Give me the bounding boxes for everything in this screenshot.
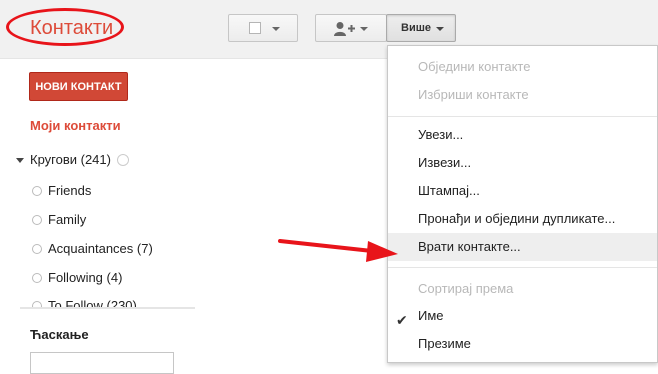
chevron-down-icon [436,27,444,31]
circle-icon [32,215,42,225]
menu-item-delete-contacts[interactable]: Избриши контакте [388,81,657,109]
more-button-label: Више [401,22,431,34]
menu-item-sort-first-name[interactable]: ✔ Име [388,302,657,330]
title-highlight-oval [6,8,124,46]
menu-item-export[interactable]: Извези... [388,149,657,177]
circles-icon[interactable] [117,154,129,166]
sidebar-scrollbar[interactable] [20,307,195,309]
circle-label: Family [48,212,87,227]
chat-search-input[interactable] [30,352,174,374]
menu-item-merge-contacts[interactable]: Обједини контакте [388,53,657,81]
select-checkbox-icon [249,22,261,34]
circle-item-family[interactable]: Family [32,212,86,227]
circle-icon [32,244,42,254]
menu-item-sort-last-name[interactable]: Презиме [388,330,657,358]
select-dropdown-button[interactable] [228,14,298,42]
circles-label: Кругови (241) [30,152,111,167]
circle-label: Friends [48,183,92,198]
sort-first-name-label: Име [418,308,444,323]
my-contacts-link[interactable]: Моји контакти [30,118,121,133]
chevron-down-icon [360,27,368,31]
add-to-circles-button[interactable] [315,14,387,42]
expand-triangle-icon [16,158,24,164]
more-button[interactable]: Више [386,14,456,42]
menu-item-restore-contacts[interactable]: Врати контакте... [388,233,657,261]
more-dropdown-menu: Обједини контакте Избриши контакте Увези… [387,45,658,363]
circles-toggle[interactable]: Кругови (241) [16,152,111,167]
circle-icon [32,186,42,196]
chat-heading: Ћаскање [30,327,89,342]
menu-divider [388,267,657,268]
menu-heading-sort-by: Сортирај према [418,281,514,296]
chevron-down-icon [272,27,280,31]
circle-item-acquaintances[interactable]: Acquaintances (7) [32,241,153,256]
new-contact-button[interactable]: НОВИ КОНТАКТ [29,72,128,101]
circle-item-following[interactable]: Following (4) [32,270,122,285]
menu-item-print[interactable]: Штампај... [388,177,657,205]
add-person-icon [334,22,355,36]
circle-item-friends[interactable]: Friends [32,183,91,198]
circle-label: Following (4) [48,270,123,285]
menu-item-import[interactable]: Увези... [388,121,657,149]
menu-divider [388,116,657,117]
circle-icon [32,273,42,283]
circle-label: Acquaintances (7) [48,241,153,256]
menu-item-find-duplicates[interactable]: Пронађи и обједини дупликате... [388,205,657,233]
